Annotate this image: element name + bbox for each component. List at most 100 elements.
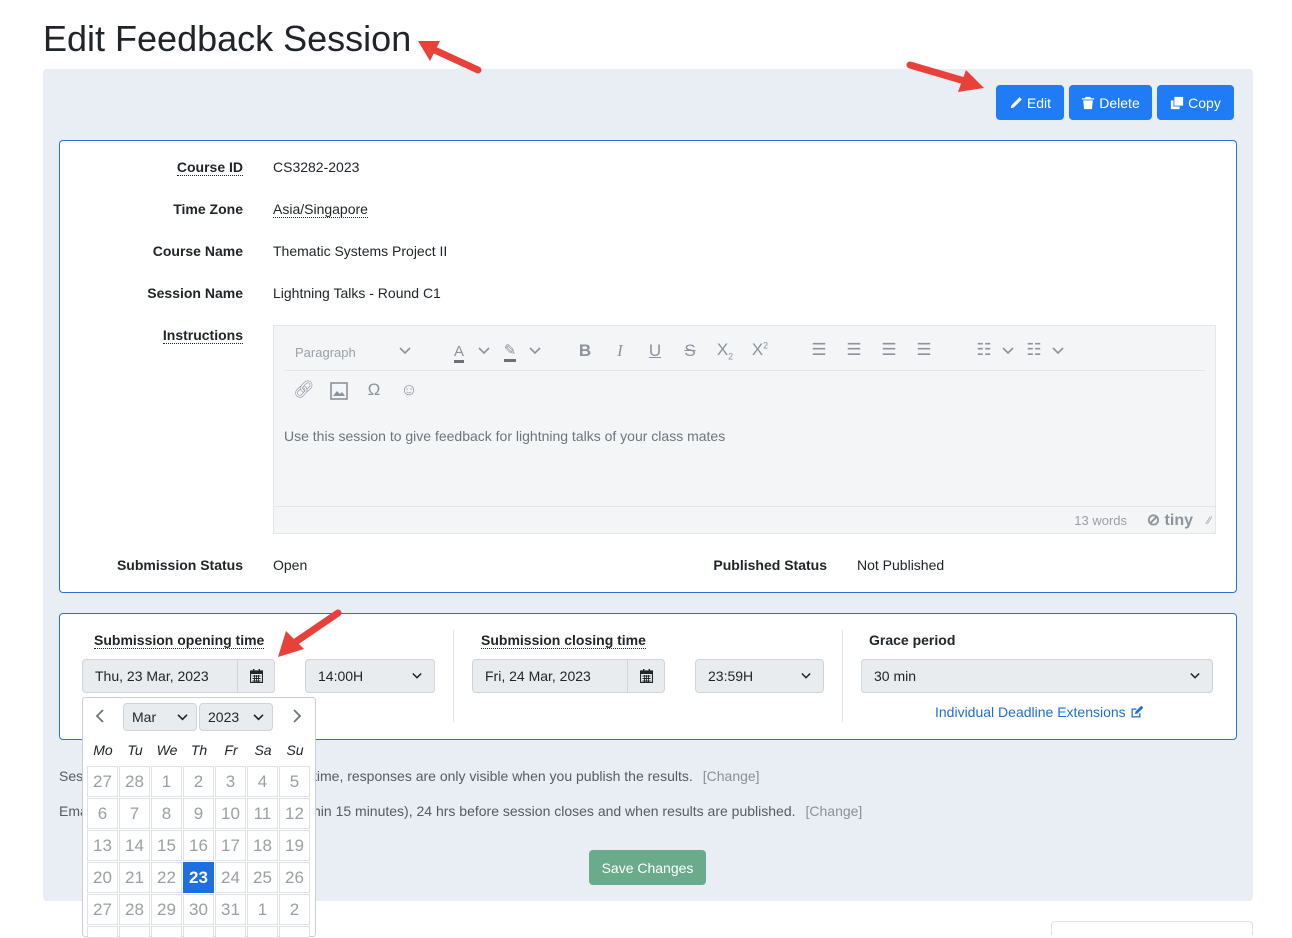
align-right-icon[interactable]: ☰ [878, 340, 900, 360]
calendar-day[interactable]: 9 [183, 798, 214, 829]
copy-button[interactable]: Copy [1157, 85, 1234, 120]
edit-button[interactable]: Edit [996, 85, 1064, 120]
resize-handle-icon[interactable]: ⁄⁄ [1207, 515, 1211, 527]
calendar-day[interactable] [183, 926, 214, 938]
calendar-day[interactable]: 29 [151, 894, 182, 925]
calendar-day[interactable]: 26 [279, 862, 310, 893]
calendar-button[interactable] [627, 660, 664, 692]
pencil-icon [1010, 96, 1022, 108]
chevron-down-icon[interactable] [399, 346, 411, 356]
save-changes-button[interactable]: Save Changes [589, 850, 706, 885]
editor-content[interactable]: Use this session to give feedback for li… [284, 428, 725, 444]
align-left-icon[interactable]: ☰ [808, 340, 830, 360]
calendar-icon [249, 669, 263, 683]
calendar-day[interactable]: 8 [151, 798, 182, 829]
calendar-day[interactable]: 27 [87, 766, 118, 797]
calendar-day[interactable]: 4 [247, 766, 278, 797]
year-value: 2023 [208, 709, 240, 725]
chevron-down-icon[interactable] [529, 346, 541, 356]
calendar-day[interactable]: 15 [151, 830, 182, 861]
calendar-day[interactable] [279, 926, 310, 938]
chevron-down-icon [801, 672, 811, 679]
opening-date-input[interactable]: Thu, 23 Mar, 2023 [82, 659, 275, 693]
opening-time-label: Submission opening time [94, 632, 265, 649]
calendar-day[interactable]: 1 [247, 894, 278, 925]
calendar-day[interactable] [215, 926, 246, 938]
superscript-icon[interactable]: X2 [749, 340, 771, 360]
course-id-label: Course ID [176, 159, 243, 176]
calendar-day[interactable]: 23 [183, 862, 214, 893]
calendar-day[interactable]: 10 [215, 798, 246, 829]
month-select[interactable]: Mar [123, 703, 197, 731]
calendar-button[interactable] [237, 660, 274, 692]
calendar-day[interactable]: 28 [119, 766, 150, 797]
block-format-select[interactable]: Paragraph [295, 345, 356, 360]
calendar-day[interactable]: 19 [279, 830, 310, 861]
closing-time-value: 23:59H [708, 668, 754, 684]
align-center-icon[interactable]: ☰ [843, 340, 865, 360]
text-color-icon[interactable]: A [448, 341, 470, 363]
numbered-list-icon[interactable]: ☷ [1023, 340, 1045, 360]
calendar-day[interactable]: 11 [247, 798, 278, 829]
align-justify-icon[interactable]: ☰ [913, 340, 935, 360]
calendar-day[interactable]: 22 [151, 862, 182, 893]
calendar-day[interactable]: 25 [247, 862, 278, 893]
grace-period-select[interactable]: 30 min [861, 659, 1213, 693]
calendar-day[interactable]: 27 [87, 894, 118, 925]
link-icon[interactable]: 🔗︎ [293, 380, 315, 400]
deadline-extensions-link[interactable]: Individual Deadline Extensions [935, 704, 1144, 720]
calendar-day[interactable]: 21 [119, 862, 150, 893]
calendar-day[interactable]: 7 [119, 798, 150, 829]
closing-time-select[interactable]: 23:59H [695, 659, 824, 693]
calendar-day[interactable]: 18 [247, 830, 278, 861]
word-count: 13 words [1074, 513, 1127, 528]
calendar-day[interactable] [151, 926, 182, 938]
calendar-day[interactable]: 17 [215, 830, 246, 861]
grace-period-label: Grace period [869, 632, 956, 648]
strikethrough-icon[interactable]: S [679, 341, 701, 361]
calendar-day[interactable]: 13 [87, 830, 118, 861]
bold-icon[interactable]: B [574, 341, 596, 361]
opening-time-select[interactable]: 14:00H [305, 659, 435, 693]
date-picker: Mar 2023 Mo Tu We Th Fr Sa Su 27 28 1 2 3 4 5 6 7 8 9 10 11… [82, 697, 316, 938]
chevron-down-icon[interactable] [1052, 346, 1064, 356]
calendar-day[interactable]: 3 [215, 766, 246, 797]
subscript-icon[interactable]: X2 [714, 340, 736, 361]
chevron-down-icon[interactable] [478, 346, 490, 356]
delete-button[interactable]: Delete [1069, 85, 1152, 120]
calendar-day[interactable] [247, 926, 278, 938]
calendar-day[interactable]: 12 [279, 798, 310, 829]
calendar-day[interactable] [119, 926, 150, 938]
calendar-day[interactable]: 31 [215, 894, 246, 925]
weekday-header: Tu [127, 742, 143, 758]
calendar-day[interactable]: 28 [119, 894, 150, 925]
calendar-day[interactable]: 1 [151, 766, 182, 797]
instructions-editor[interactable]: Paragraph A ✎ B I U S X2 X2 ☰ ☰ ☰ ☰ ☷ ☷ … [273, 325, 1216, 534]
calendar-day[interactable]: 24 [215, 862, 246, 893]
calendar-day[interactable]: 20 [87, 862, 118, 893]
special-character-icon[interactable]: Ω [363, 380, 385, 400]
closing-date-input[interactable]: Fri, 24 Mar, 2023 [472, 659, 665, 693]
calendar-day[interactable]: 2 [183, 766, 214, 797]
change-visibility-link[interactable]: [Change] [703, 768, 760, 784]
calendar-day[interactable]: 30 [183, 894, 214, 925]
underline-icon[interactable]: U [644, 341, 666, 361]
session-name-label: Session Name [147, 285, 243, 301]
year-select[interactable]: 2023 [199, 703, 273, 731]
change-email-link[interactable]: [Change] [806, 803, 863, 819]
chevron-right-icon[interactable] [291, 709, 303, 723]
image-icon[interactable] [330, 382, 348, 400]
chevron-down-icon[interactable] [1002, 346, 1014, 356]
italic-icon[interactable]: I [609, 341, 631, 361]
calendar-day[interactable] [87, 926, 118, 938]
calendar-day[interactable]: 14 [119, 830, 150, 861]
bullet-list-icon[interactable]: ☷ [973, 340, 995, 360]
calendar-day[interactable]: 2 [279, 894, 310, 925]
calendar-day[interactable]: 16 [183, 830, 214, 861]
highlight-color-icon[interactable]: ✎ [499, 340, 521, 362]
chevron-left-icon[interactable] [94, 709, 106, 723]
chevron-down-icon [177, 714, 188, 721]
calendar-day[interactable]: 5 [279, 766, 310, 797]
calendar-day[interactable]: 6 [87, 798, 118, 829]
emoticons-icon[interactable]: ☺ [398, 380, 420, 400]
